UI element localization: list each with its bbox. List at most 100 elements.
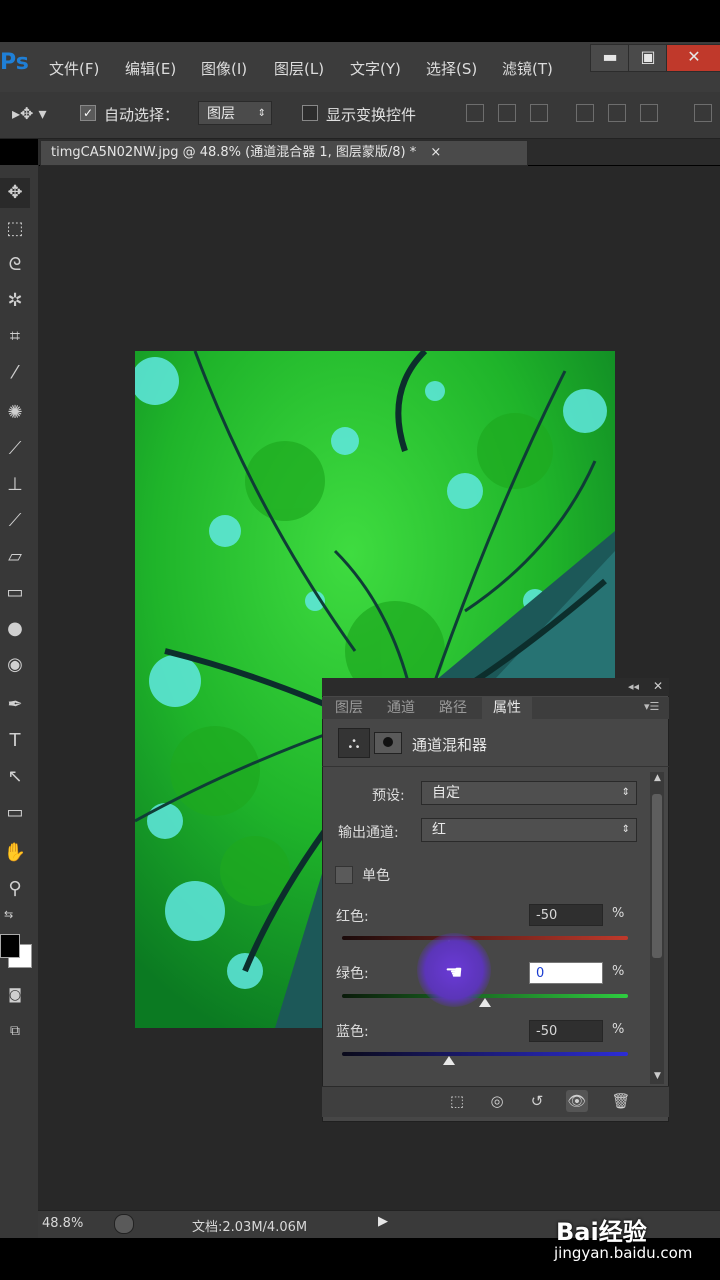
auto-select-checkbox[interactable]: ✓ [80,105,96,121]
status-info-icon[interactable] [114,1214,134,1234]
collapse-panel-icon[interactable]: ◂◂ [628,680,639,693]
show-transform-label: 显示变换控件 [326,106,417,124]
path-select-tool-icon[interactable]: ↖ [0,762,30,792]
red-channel-label: 红色: [336,909,369,925]
green-channel-label: 绿色: [336,966,369,982]
visibility-eye-icon[interactable]: 👁 [566,1090,588,1112]
align-hcenter-icon[interactable] [608,104,626,122]
history-brush-tool-icon[interactable]: ⟋ [0,506,30,536]
adjustment-title: 通道混和器 [412,736,488,754]
photoshop-logo: Ps [0,50,29,75]
green-percent: % [612,964,625,979]
tab-channels[interactable]: 通道 [378,697,424,719]
foreground-color-swatch[interactable] [0,934,20,958]
tab-layers[interactable]: 图层 [326,697,372,719]
watermark-brand: Bai经验 [556,1218,647,1246]
clip-to-layer-icon[interactable]: ⬚ [446,1090,468,1112]
tab-paths[interactable]: 路径 [430,697,476,719]
menu-filter[interactable]: 滤镜(T) [502,58,553,79]
top-black-bar [0,0,720,42]
distribute-icon[interactable] [694,104,712,122]
stamp-tool-icon[interactable]: ⊥ [0,470,30,500]
auto-select-label: 自动选择： [104,106,180,124]
auto-select-dropdown[interactable]: 图层 ⇕ [198,101,272,125]
scroll-down-icon[interactable]: ▼ [654,1071,661,1081]
move-tool-icon[interactable]: ✥ [0,178,30,208]
view-previous-icon[interactable]: ◎ [486,1090,508,1112]
updown-arrow-icon: ⇕ [257,108,266,119]
reset-icon[interactable]: ↺ [526,1090,548,1112]
watermark-url: jingyan.baidu.com [554,1244,693,1262]
menu-file[interactable]: 文件(F) [49,58,99,79]
close-panel-icon[interactable]: ✕ [653,679,663,693]
zoom-level[interactable]: 48.8% [42,1216,83,1231]
monochrome-checkbox[interactable] [335,866,353,884]
updown-arrow-icon: ⇕ [621,787,630,798]
blue-channel-slider[interactable] [342,1052,628,1056]
blue-channel-input[interactable]: -50 [529,1020,603,1042]
red-channel-slider[interactable] [342,936,628,940]
status-menu-arrow-icon[interactable]: ▶ [378,1214,388,1229]
mask-icon[interactable] [374,732,402,754]
screen-mode-icon[interactable]: ⧉ [0,1016,30,1046]
blue-slider-thumb[interactable] [443,1056,456,1065]
blur-tool-icon[interactable]: ● [0,614,30,644]
align-vcenter-icon[interactable] [498,104,516,122]
crop-tool-icon[interactable]: ⌗ [0,322,30,352]
scrollbar-thumb[interactable] [652,794,662,958]
menu-edit[interactable]: 编辑(E) [125,58,176,79]
menu-image[interactable]: 图像(I) [201,58,247,79]
gradient-tool-icon[interactable]: ▭ [0,578,30,608]
blue-percent: % [612,1022,625,1037]
panel-menu-icon[interactable]: ▾☰ [644,700,659,713]
zoom-tool-icon[interactable]: ⚲ [0,874,30,904]
align-bottom-icon[interactable] [530,104,548,122]
magic-wand-tool-icon[interactable]: ✲ [0,286,30,316]
preset-value: 自定 [432,785,460,801]
lasso-tool-icon[interactable]: ᘓ [0,250,30,280]
eyedropper-tool-icon[interactable]: ⁄ [0,358,30,388]
eraser-tool-icon[interactable]: ▱ [0,542,30,572]
document-size: 文档:2.03M/4.06M [192,1220,308,1235]
menu-layer[interactable]: 图层(L) [274,58,324,79]
channel-mixer-icon[interactable]: ⛬ [338,728,370,758]
show-transform-checkbox[interactable] [302,105,318,121]
panel-divider [322,766,669,767]
scroll-up-icon[interactable]: ▲ [654,773,661,783]
swap-colors-icon[interactable]: ⇆ [4,908,13,921]
output-channel-dropdown[interactable]: 红 ⇕ [421,818,637,842]
close-window-button[interactable]: ✕ [666,44,720,72]
hand-tool-icon[interactable]: ✋ [0,838,30,868]
brush-tool-icon[interactable]: ⟋ [0,434,30,464]
scrubby-cursor-icon: ☚ [445,960,463,984]
close-tab-icon[interactable]: × [430,145,441,160]
dodge-tool-icon[interactable]: ◉ [0,650,30,680]
align-right-icon[interactable] [640,104,658,122]
shape-tool-icon[interactable]: ▭ [0,798,30,828]
marquee-tool-icon[interactable]: ⬚ [0,214,30,244]
align-left-icon[interactable] [576,104,594,122]
tab-properties[interactable]: 属性 [482,697,532,719]
menu-select[interactable]: 选择(S) [426,58,477,79]
pen-tool-icon[interactable]: ✒ [0,690,30,720]
updown-arrow-icon: ⇕ [621,824,630,835]
move-tool-icon[interactable]: ▸✥ ▾ [12,104,47,123]
healing-brush-tool-icon[interactable]: ✺ [0,398,30,428]
output-channel-value: 红 [432,822,446,838]
auto-select-value: 图层 [207,106,235,122]
document-tab[interactable]: timgCA5N02NW.jpg @ 48.8% (通道混合器 1, 图层蒙版/… [40,140,528,166]
trash-icon[interactable]: 🗑 [610,1090,632,1112]
red-channel-input[interactable]: -50 [529,904,603,926]
menu-type[interactable]: 文字(Y) [350,58,401,79]
green-slider-thumb[interactable] [479,998,491,1007]
green-channel-input[interactable]: 0 [529,962,603,984]
preset-label: 预设: [372,788,405,804]
align-top-icon[interactable] [466,104,484,122]
maximize-button[interactable]: ▣ [628,44,668,72]
quick-mask-icon[interactable]: ◙ [0,980,30,1010]
monochrome-label: 单色 [362,868,390,884]
preset-dropdown[interactable]: 自定 ⇕ [421,781,637,805]
minimize-button[interactable]: ▬ [590,44,630,72]
type-tool-icon[interactable]: T [0,726,30,756]
document-tab-title: timgCA5N02NW.jpg @ 48.8% (通道混合器 1, 图层蒙版/… [51,145,417,160]
